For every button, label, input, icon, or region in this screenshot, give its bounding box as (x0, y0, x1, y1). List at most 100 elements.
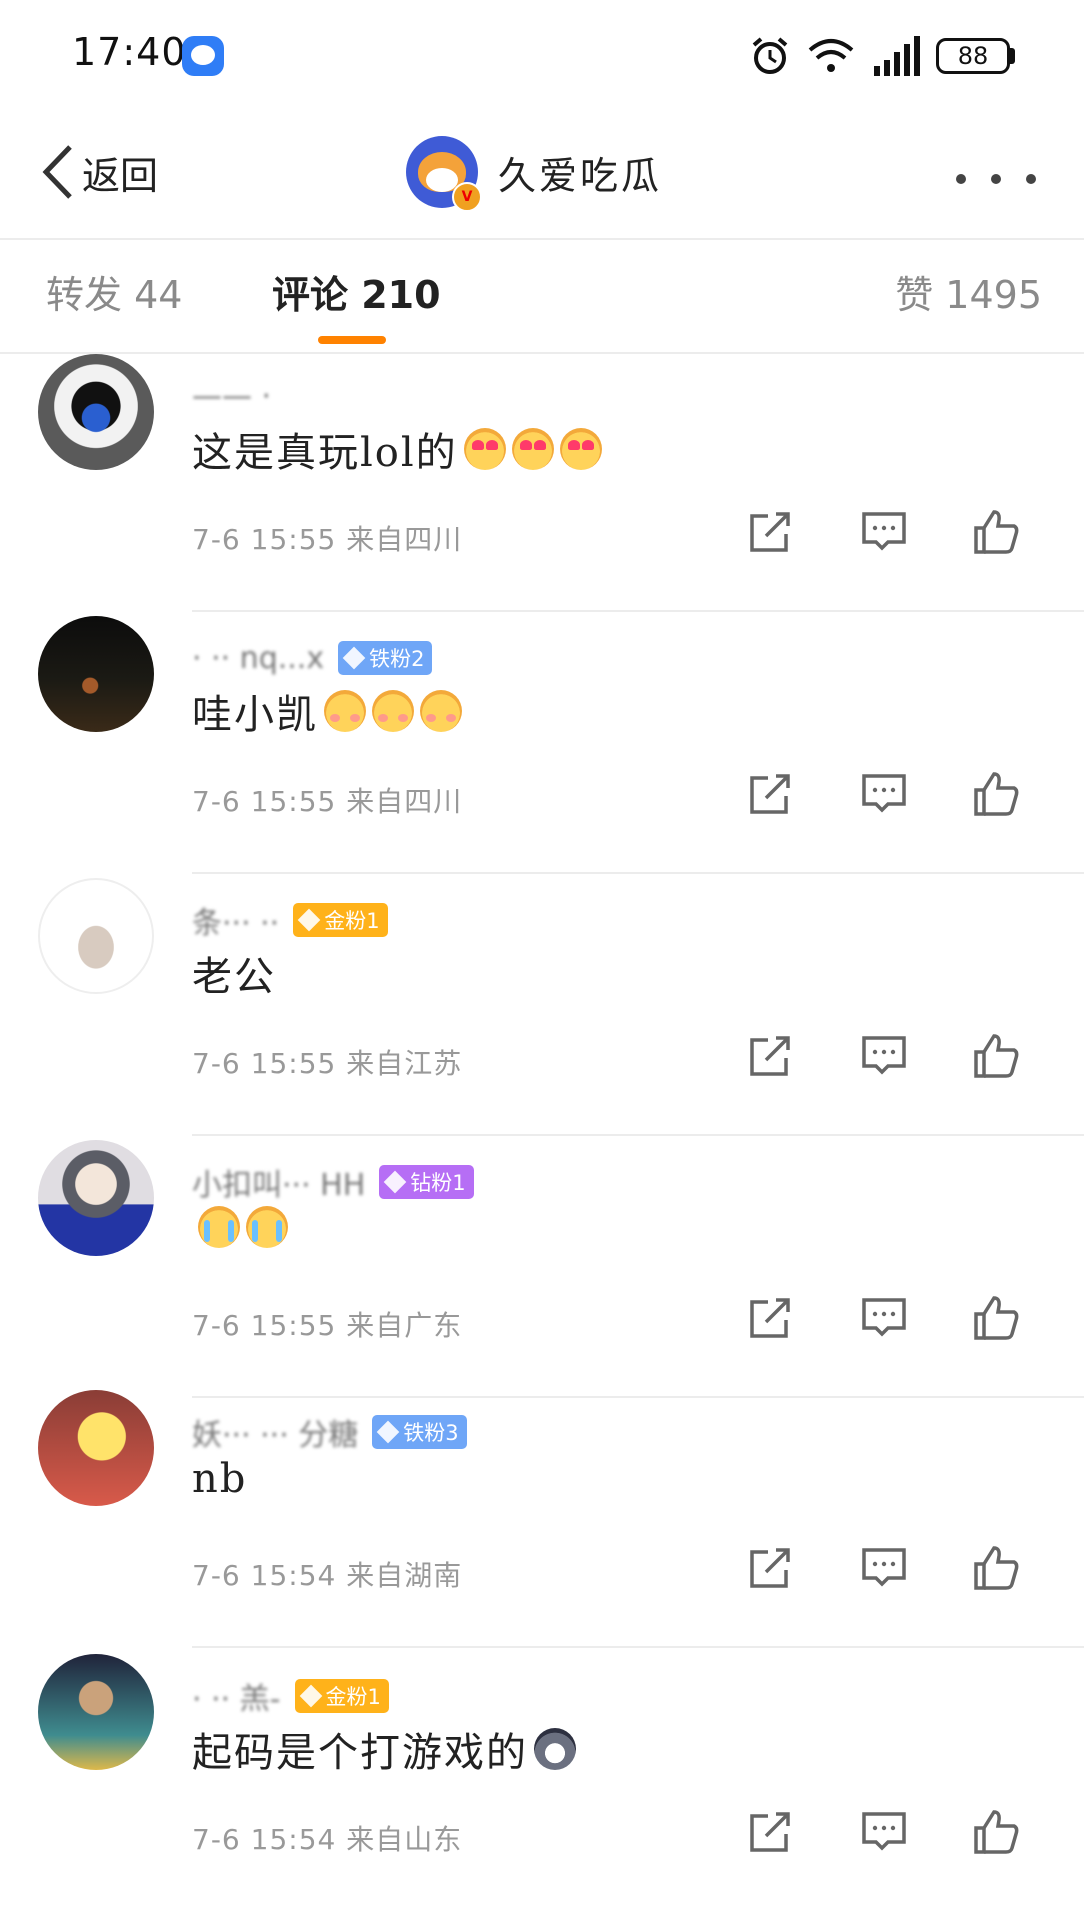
crying-laugh-emoji (246, 1206, 288, 1248)
badge-gem-icon (342, 646, 366, 670)
like-button[interactable] (972, 508, 1020, 556)
repost-icon (750, 1548, 790, 1588)
like-button[interactable] (972, 1808, 1020, 1856)
divider (192, 872, 1084, 874)
commenter-username[interactable]: 条··· ·· (192, 898, 279, 942)
comment-item[interactable]: · ·· 羔- 金粉1 起码是个打游戏的 7-6 15:54 来自山东 (0, 1654, 1084, 1916)
thumbs-up-icon (974, 510, 1019, 554)
battery-tip (1010, 48, 1015, 64)
reply-button[interactable] (860, 1032, 908, 1080)
fan-level-badge: 钻粉1 (379, 1165, 474, 1199)
badge-gem-icon (297, 908, 321, 932)
chevron-left-icon (42, 145, 72, 199)
divider (192, 610, 1084, 612)
commenter-username[interactable]: 妖··· ··· 分糖 (192, 1410, 358, 1454)
tab-like[interactable]: 赞 1495 (895, 264, 1042, 319)
comment-body: nb (192, 1456, 247, 1502)
account-header[interactable]: V 久爱吃瓜 (406, 134, 662, 212)
comment-bubble-icon (862, 1036, 906, 1075)
comment-body: 哇小凯 (192, 682, 462, 740)
repost-button[interactable] (746, 1294, 794, 1342)
more-dot-icon (1026, 174, 1036, 184)
tab-repost[interactable]: 转发 44 (46, 264, 182, 319)
divider (192, 1646, 1084, 1648)
comment-meta: 7-6 15:54 来自湖南 (192, 1559, 463, 1592)
reply-button[interactable] (860, 1808, 908, 1856)
commenter-avatar[interactable] (38, 1140, 154, 1256)
back-button[interactable]: 返回 (40, 140, 158, 204)
reply-button[interactable] (860, 1294, 908, 1342)
commenter-avatar[interactable] (38, 878, 154, 994)
commenter-username[interactable]: —— · (192, 379, 271, 414)
fan-level-label: 金粉1 (324, 909, 380, 933)
comment-item[interactable]: 小扣叫··· HH 钻粉1 7-6 15:55 来自广东 (0, 1140, 1084, 1402)
reply-button[interactable] (860, 770, 908, 818)
repost-icon (750, 1812, 790, 1852)
fan-level-badge: 铁粉2 (338, 641, 433, 675)
account-name[interactable]: 久爱吃瓜 (498, 145, 662, 200)
comment-meta: 7-6 15:55 来自江苏 (192, 1047, 463, 1080)
repost-button[interactable] (746, 508, 794, 556)
heart-eyes-emoji (463, 428, 506, 470)
more-options-button[interactable] (956, 164, 1036, 194)
commenter-header: —— · (192, 378, 271, 414)
heart-eyes-emoji (559, 428, 602, 470)
commenter-username[interactable]: · ·· nq...x (192, 641, 324, 676)
comment-body (192, 1206, 288, 1248)
repost-button[interactable] (746, 1032, 794, 1080)
commenter-avatar[interactable] (38, 1654, 154, 1770)
thumbs-up-icon (974, 1034, 1019, 1078)
repost-icon (750, 1036, 790, 1076)
comment-meta: 7-6 15:55 来自广东 (192, 1309, 463, 1342)
tab-comment[interactable]: 评论 210 (272, 264, 441, 319)
like-button[interactable] (972, 1294, 1020, 1342)
commenter-header: · ·· 羔- 金粉1 (192, 1678, 389, 1717)
fan-level-label: 钻粉1 (410, 1171, 466, 1195)
reply-button[interactable] (860, 508, 908, 556)
thumbs-up-icon (974, 772, 1019, 816)
shy-smile-emoji (324, 690, 366, 732)
account-avatar[interactable]: V (406, 136, 482, 212)
crying-laugh-emoji (198, 1206, 240, 1248)
like-button[interactable] (972, 1032, 1020, 1080)
comment-item[interactable]: 妖··· ··· 分糖 铁粉3 nb 7-6 15:54 来自湖南 (0, 1390, 1084, 1652)
fan-level-label: 铁粉2 (369, 647, 425, 671)
badge-gem-icon (383, 1170, 407, 1194)
comment-meta: 7-6 15:55 来自四川 (192, 523, 463, 556)
thumbs-up-icon (974, 1810, 1019, 1854)
husky-emoji (534, 1728, 576, 1770)
commenter-avatar[interactable] (38, 616, 154, 732)
shy-smile-emoji (420, 690, 462, 732)
comment-item[interactable]: 条··· ·· 金粉1 老公 7-6 15:55 来自江苏 (0, 878, 1084, 1140)
more-dot-icon (956, 174, 966, 184)
reply-button[interactable] (860, 1544, 908, 1592)
like-button[interactable] (972, 1544, 1020, 1592)
commenter-avatar[interactable] (38, 1390, 154, 1506)
comment-body: 这是真玩lol的 (192, 420, 602, 478)
fan-level-label: 铁粉3 (403, 1421, 459, 1445)
divider (192, 1134, 1084, 1136)
comment-text: 老公 (192, 954, 276, 1000)
repost-button[interactable] (746, 770, 794, 818)
comment-item[interactable]: —— · 这是真玩lol的 7-6 15:55 来自四川 (0, 354, 1084, 616)
commenter-username[interactable]: 小扣叫··· HH (192, 1160, 365, 1204)
commenter-header: 妖··· ··· 分糖 铁粉3 (192, 1414, 467, 1453)
comment-meta: 7-6 15:54 来自山东 (192, 1823, 463, 1856)
repost-icon (750, 512, 790, 552)
heart-eyes-emoji (511, 428, 554, 470)
comment-body: 起码是个打游戏的 (192, 1720, 576, 1778)
repost-button[interactable] (746, 1544, 794, 1592)
commenter-header: · ·· nq...x 铁粉2 (192, 640, 433, 676)
message-notification-icon (182, 36, 224, 76)
battery-indicator: 88 (936, 38, 1010, 74)
badge-gem-icon (299, 1684, 322, 1708)
verified-badge-icon: V (452, 182, 482, 212)
like-button[interactable] (972, 770, 1020, 818)
comment-item[interactable]: · ·· nq...x 铁粉2 哇小凯 7-6 15:55 来自四川 (0, 616, 1084, 878)
commenter-avatar[interactable] (38, 354, 154, 470)
repost-button[interactable] (746, 1808, 794, 1856)
fan-level-badge: 金粉1 (294, 1679, 389, 1713)
comment-bubble-icon (862, 512, 906, 551)
commenter-username[interactable]: · ·· 羔- (192, 1674, 281, 1718)
fan-level-badge: 金粉1 (293, 903, 388, 937)
